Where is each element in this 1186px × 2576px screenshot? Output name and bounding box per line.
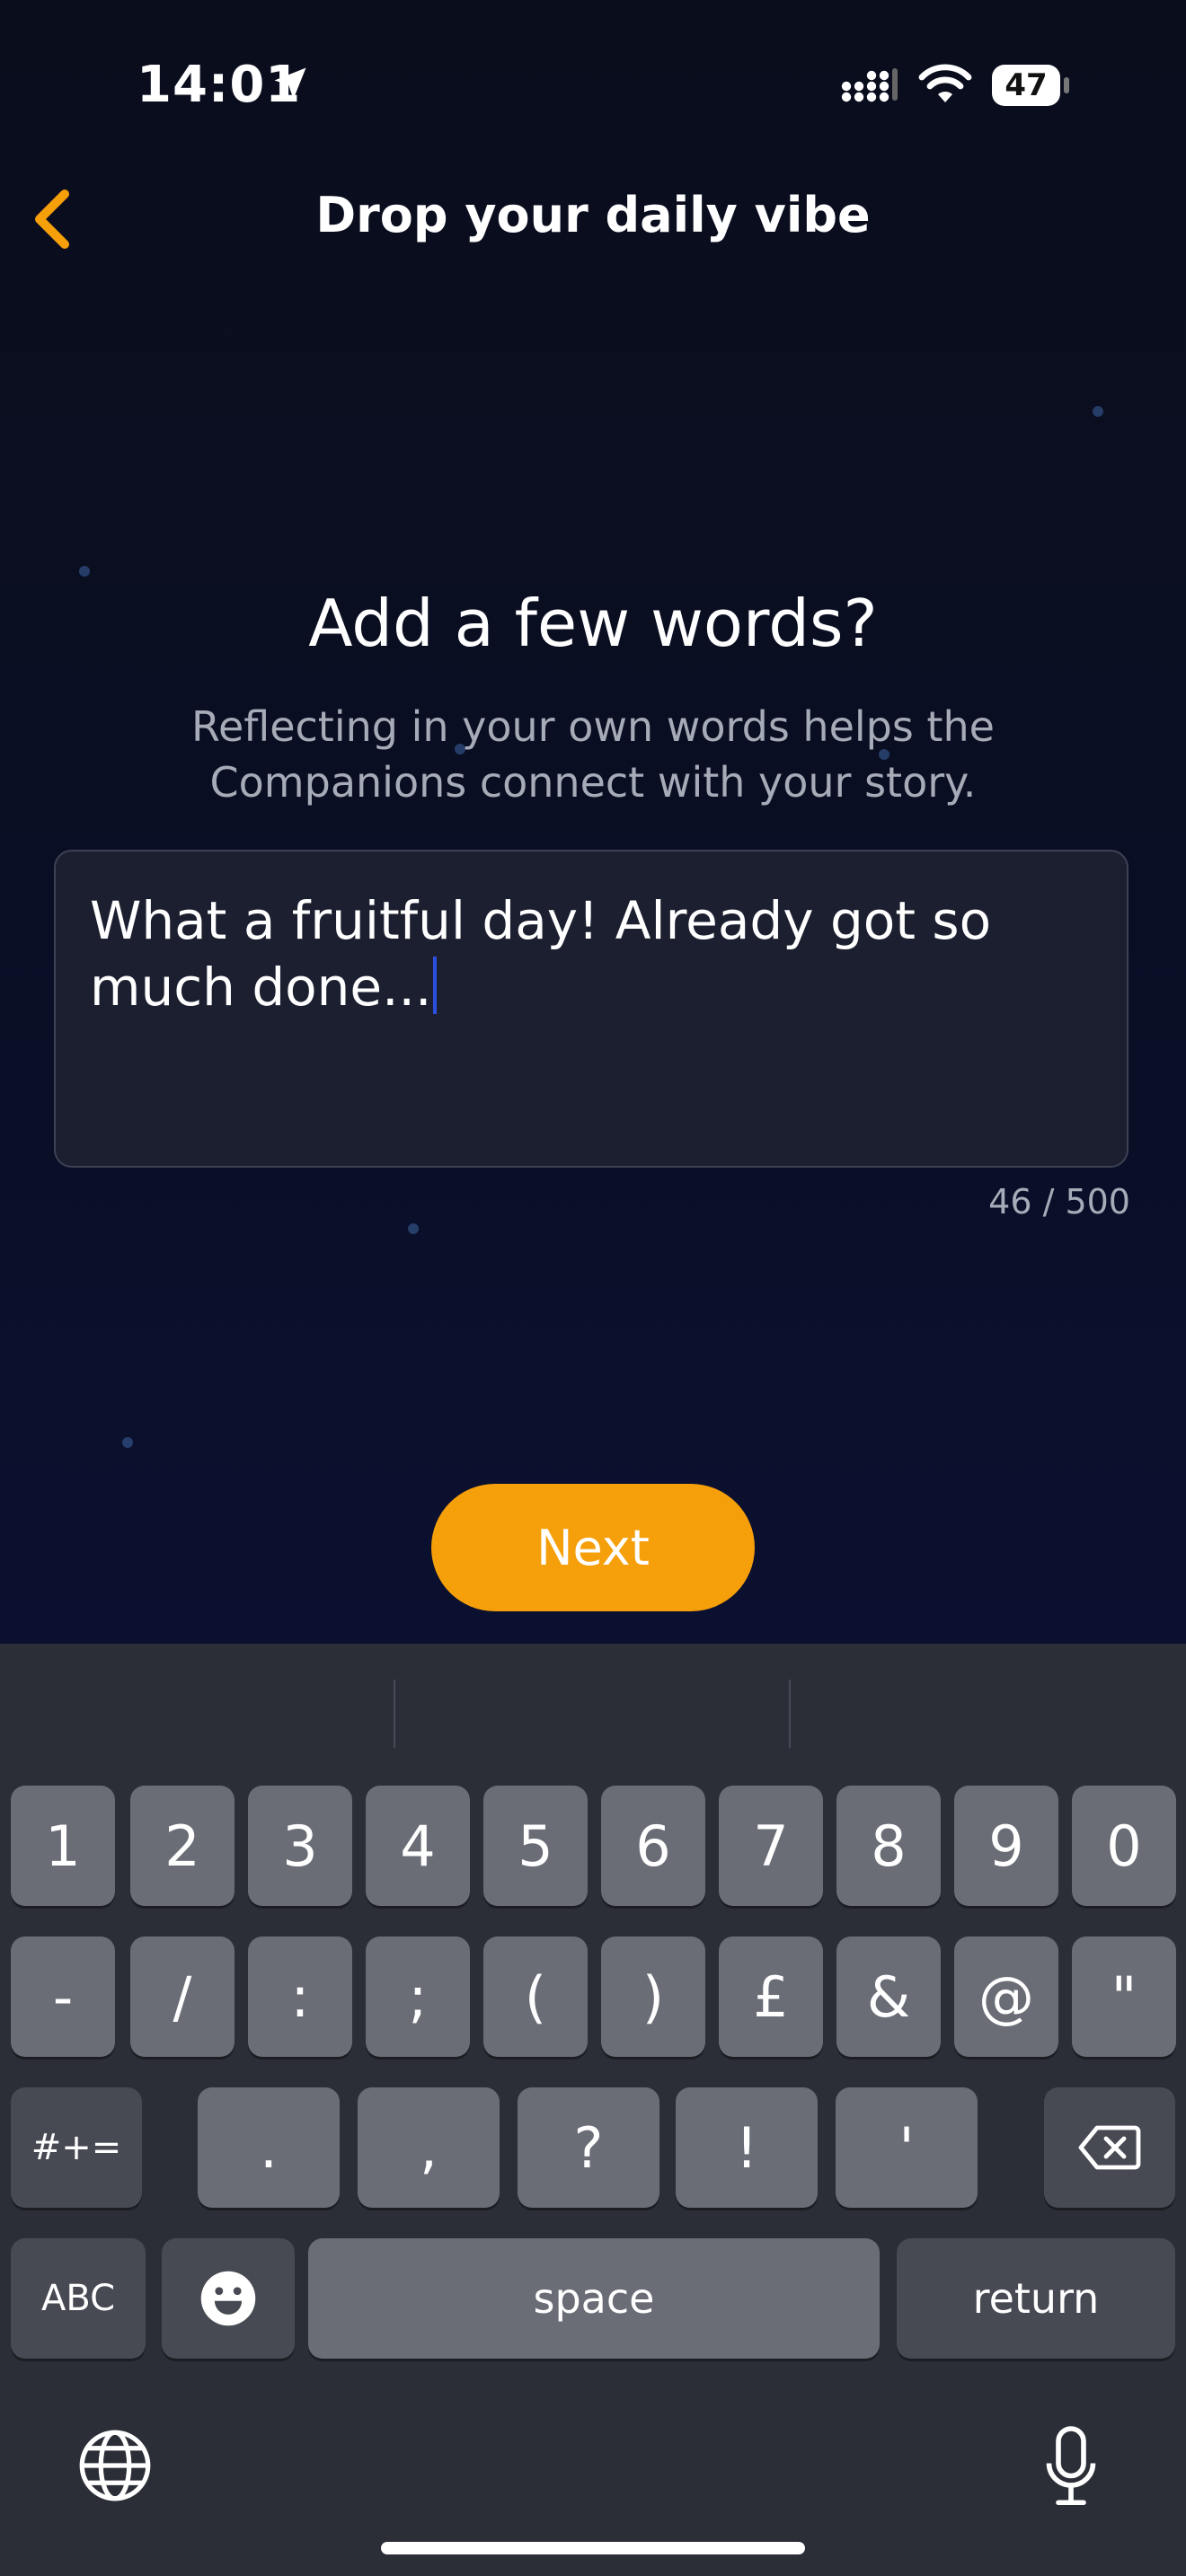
key-2[interactable]: 2 (130, 1786, 235, 1906)
key-6[interactable]: 6 (601, 1786, 705, 1906)
space-key[interactable]: space (308, 2238, 880, 2359)
star-dot (408, 1223, 419, 1234)
key-semicolon[interactable]: ; (366, 1936, 470, 2057)
emoji-icon (200, 2271, 256, 2326)
reflection-text: What a fruitful day! Already got so much… (90, 890, 992, 1018)
prompt-heading: Add a few words? (308, 586, 878, 661)
suggestion-divider (789, 1680, 791, 1748)
battery-level: 47 (992, 65, 1060, 106)
star-dot (122, 1437, 133, 1448)
key-4[interactable]: 4 (366, 1786, 470, 1906)
backspace-icon (1078, 2125, 1141, 2170)
emoji-key[interactable] (162, 2238, 295, 2359)
key-period[interactable]: . (198, 2087, 340, 2208)
microphone-icon[interactable] (1046, 2425, 1096, 2508)
star-dot (79, 566, 90, 577)
cellular-signal-icon (841, 68, 898, 102)
key-question[interactable]: ? (518, 2087, 659, 2208)
location-arrow-icon (274, 67, 306, 100)
backspace-key[interactable] (1044, 2087, 1175, 2208)
key-open-paren[interactable]: ( (483, 1936, 588, 2057)
key-3[interactable]: 3 (248, 1786, 352, 1906)
key-exclamation[interactable]: ! (676, 2087, 818, 2208)
key-7[interactable]: 7 (719, 1786, 823, 1906)
star-dot (1093, 406, 1103, 417)
key-abc-mode[interactable]: ABC (11, 2238, 146, 2359)
next-button[interactable]: Next (431, 1484, 755, 1611)
battery-icon: 47 (992, 65, 1071, 106)
key-9[interactable]: 9 (954, 1786, 1058, 1906)
key-0[interactable]: 0 (1072, 1786, 1176, 1906)
globe-icon[interactable] (77, 2428, 153, 2503)
prompt-subtext: Reflecting in your own words helps the C… (191, 702, 995, 807)
key-ampersand[interactable]: & (836, 1936, 941, 2057)
home-indicator (381, 2542, 805, 2554)
key-1[interactable]: 1 (11, 1786, 115, 1906)
wifi-icon (918, 64, 972, 102)
text-caret (433, 957, 438, 1014)
reflection-textarea[interactable]: What a fruitful day! Already got so much… (54, 850, 1128, 1168)
key-at[interactable]: @ (954, 1936, 1058, 2057)
key-colon[interactable]: : (248, 1936, 352, 2057)
key-hyphen[interactable]: - (11, 1936, 115, 2057)
key-pound[interactable]: £ (719, 1936, 823, 2057)
nav-title: Drop your daily vibe (315, 187, 871, 243)
background (0, 0, 1186, 1644)
battery-cap (1064, 77, 1069, 93)
key-5[interactable]: 5 (483, 1786, 588, 1906)
key-quote[interactable]: " (1072, 1936, 1176, 2057)
status-bar: 14:01 47 (0, 0, 1186, 171)
character-counter: 46 / 500 (988, 1182, 1130, 1222)
suggestion-divider (394, 1680, 395, 1748)
key-close-paren[interactable]: ) (601, 1936, 705, 2057)
key-comma[interactable]: , (358, 2087, 500, 2208)
key-slash[interactable]: / (130, 1936, 235, 2057)
key-apostrophe[interactable]: ' (836, 2087, 978, 2208)
key-symbols-mode[interactable]: #+= (11, 2087, 142, 2208)
return-key[interactable]: return (897, 2238, 1175, 2359)
key-8[interactable]: 8 (836, 1786, 941, 1906)
